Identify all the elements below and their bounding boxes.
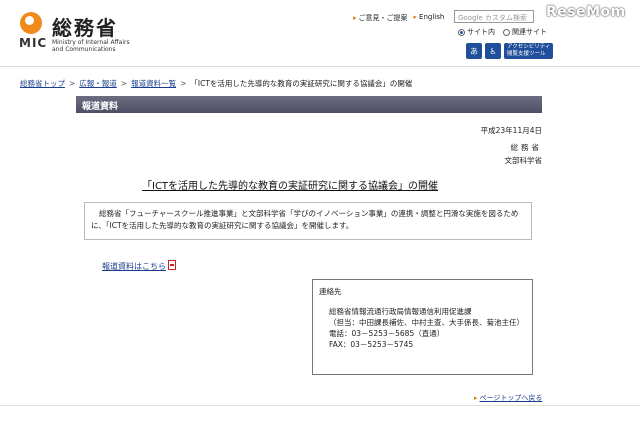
breadcrumb-separator: > <box>120 79 128 88</box>
breadcrumb-press-list[interactable]: 報道資料一覧 <box>131 79 176 88</box>
breadcrumb-home[interactable]: 総務省トップ <box>20 79 65 88</box>
breadcrumb-current: 「ICTを活用した先導的な教育の実証研究に関する協議会」の開催 <box>190 79 413 88</box>
page-title: 「ICTを活用した先導的な教育の実証研究に関する協議会」の開催 <box>142 181 439 192</box>
summary-box: 総務省「フューチャースクール推進事業」と文部科学省「学びのイノベーション事業」の… <box>84 202 532 240</box>
font-size-icon[interactable]: あ <box>466 43 482 59</box>
summary-text: 総務省「フューチャースクール推進事業」と文部科学省「学びのイノベーション事業」の… <box>91 209 519 230</box>
divider <box>0 66 640 67</box>
search-input[interactable]: Google カスタム検索 <box>454 10 534 23</box>
arrow-icon: ▸ <box>353 14 357 22</box>
english-link[interactable]: ▸ English <box>414 13 445 23</box>
breadcrumb-separator: > <box>180 79 187 88</box>
issuer-mext: 文部科学省 <box>504 156 543 165</box>
arrow-icon: ▸ <box>474 394 478 402</box>
breadcrumb-separator: > <box>69 79 76 88</box>
feedback-link[interactable]: ▸ ご意見・ご提案 <box>353 13 408 23</box>
reader-icon[interactable]: ♿ <box>485 43 501 59</box>
logo-abbr: MIC <box>19 36 48 50</box>
contact-body: 総務省情報流通行政局情報通信利用促進課 （担当：中田課長補佐、中村主査、大手係長… <box>329 306 525 350</box>
radio-unselected-icon <box>503 28 510 36</box>
radio-related-label: 関連サイト <box>512 28 547 36</box>
divider <box>0 405 640 406</box>
breadcrumb-press[interactable]: 広報・報道 <box>79 79 117 88</box>
pdf-link[interactable]: 報道資料はこちら <box>102 260 176 272</box>
logo-english-line2: and Communications <box>52 46 116 53</box>
accessibility-tools: あ ♿ アクセシビリティ 閲覧支援ツール <box>466 43 554 59</box>
contact-box: 連絡先 総務省情報流通行政局情報通信利用促進課 （担当：中田課長補佐、中村主査、… <box>312 279 533 375</box>
contact-staff: （担当：中田課長補佐、中村主査、大手係長、菊池主任） <box>329 318 524 327</box>
logo-mark-icon[interactable] <box>20 12 42 34</box>
search-scope: サイト内 関連サイト <box>458 27 547 37</box>
accessibility-button[interactable]: アクセシビリティ 閲覧支援ツール <box>504 43 554 59</box>
contact-heading: 連絡先 <box>319 287 342 296</box>
breadcrumb: 総務省トップ > 広報・報道 > 報道資料一覧 > 「ICTを活用した先導的な教育の実証研究… <box>20 78 412 89</box>
arrow-icon: ▸ <box>413 13 418 21</box>
pdf-icon <box>168 260 176 270</box>
release-date: 平成23年11月4日 <box>480 126 542 135</box>
radio-site[interactable]: サイト内 <box>458 27 495 37</box>
back-to-top-label: ページトップへ戻る <box>479 394 543 402</box>
accessibility-label: アクセシビリティ <box>507 44 551 50</box>
radio-selected-icon <box>458 28 465 36</box>
radio-related[interactable]: 関連サイト <box>503 27 547 37</box>
pdf-link-label: 報道資料はこちら <box>102 262 166 271</box>
contact-fax: FAX：03－5253－5745 <box>329 340 414 349</box>
header-links: ▸ ご意見・ご提案 ▸ English <box>353 13 444 23</box>
section-title: 報道資料 <box>76 96 542 113</box>
watermark-logo: ReseMom <box>546 4 626 20</box>
radio-site-label: サイト内 <box>467 28 495 36</box>
logo-english: Ministry of Internal Affairs and Communi… <box>52 39 130 53</box>
accessibility-sublabel: 閲覧支援ツール <box>507 51 546 57</box>
back-to-top-link[interactable]: ▸ ページトップへ戻る <box>474 393 542 403</box>
feedback-link-label: ご意見・ご提案 <box>358 14 408 22</box>
issuer-mic: 総務省 <box>510 143 542 152</box>
logo-title[interactable]: 総務省 <box>52 12 118 41</box>
contact-dept: 総務省情報流通行政局情報通信利用促進課 <box>329 307 472 316</box>
contact-phone: 電話：03－5253－5685（直通） <box>329 329 445 338</box>
english-link-label: English <box>419 13 445 21</box>
logo-english-line1: Ministry of Internal Affairs <box>52 39 130 46</box>
